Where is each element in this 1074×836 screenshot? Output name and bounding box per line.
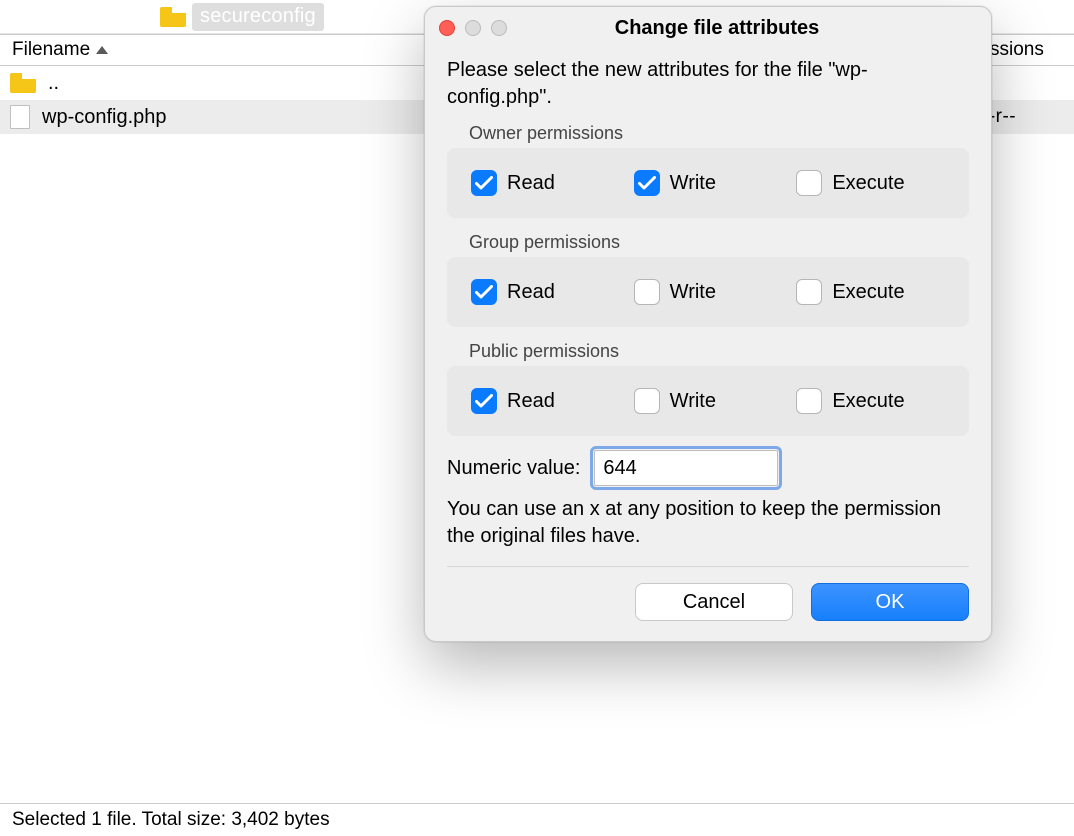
execute-checkbox-wrap[interactable]: Execute (796, 279, 945, 305)
folder-icon (160, 7, 186, 27)
write-checkbox-wrap[interactable]: Write (634, 388, 783, 414)
dialog-title: Change file attributes (457, 17, 977, 40)
divider (447, 566, 969, 567)
write-checkbox-wrap[interactable]: Write (634, 279, 783, 305)
read-checkbox[interactable] (471, 279, 497, 305)
status-bar: Selected 1 file. Total size: 3,402 bytes (0, 804, 1074, 836)
read-checkbox[interactable] (471, 170, 497, 196)
titlebar: Change file attributes (425, 7, 991, 49)
column-permissions-label: ssions (990, 39, 1044, 61)
permission-group: Read Write Execute (447, 257, 969, 327)
write-checkbox[interactable] (634, 170, 660, 196)
execute-checkbox-label: Execute (832, 390, 904, 413)
path-segment[interactable]: secureconfig (192, 3, 324, 31)
execute-checkbox-label: Execute (832, 172, 904, 195)
read-checkbox-label: Read (507, 172, 555, 195)
read-checkbox-wrap[interactable]: Read (471, 388, 620, 414)
write-checkbox[interactable] (634, 279, 660, 305)
permission-group: Read Write Execute (447, 148, 969, 218)
cancel-button[interactable]: Cancel (635, 583, 793, 621)
execute-checkbox-wrap[interactable]: Execute (796, 170, 945, 196)
numeric-value-input[interactable] (594, 450, 778, 486)
change-attributes-dialog: Change file attributes Please select the… (424, 6, 992, 642)
numeric-value-label: Numeric value: (447, 457, 580, 480)
write-checkbox-wrap[interactable]: Write (634, 170, 783, 196)
ok-button[interactable]: OK (811, 583, 969, 621)
sort-ascending-icon (96, 46, 108, 54)
read-checkbox-label: Read (507, 390, 555, 413)
file-icon (10, 105, 30, 129)
read-checkbox[interactable] (471, 388, 497, 414)
write-checkbox[interactable] (634, 388, 660, 414)
execute-checkbox[interactable] (796, 279, 822, 305)
column-filename-label: Filename (12, 39, 90, 61)
status-text: Selected 1 file. Total size: 3,402 bytes (12, 809, 330, 831)
permission-group-label: Owner permissions (469, 123, 969, 144)
write-checkbox-label: Write (670, 390, 716, 413)
execute-checkbox[interactable] (796, 388, 822, 414)
write-checkbox-label: Write (670, 281, 716, 304)
numeric-hint: You can use an x at any position to keep… (447, 496, 969, 550)
dialog-prompt: Please select the new attributes for the… (447, 57, 969, 111)
execute-checkbox-wrap[interactable]: Execute (796, 388, 945, 414)
close-icon[interactable] (439, 20, 455, 36)
file-permissions-label: --r-- (982, 106, 1074, 128)
column-permissions[interactable]: ssions (982, 35, 1074, 65)
folder-icon (10, 73, 36, 93)
read-checkbox-wrap[interactable]: Read (471, 279, 620, 305)
read-checkbox-wrap[interactable]: Read (471, 170, 620, 196)
permission-group: Read Write Execute (447, 366, 969, 436)
execute-checkbox-label: Execute (832, 281, 904, 304)
write-checkbox-label: Write (670, 172, 716, 195)
permission-group-label: Public permissions (469, 341, 969, 362)
read-checkbox-label: Read (507, 281, 555, 304)
execute-checkbox[interactable] (796, 170, 822, 196)
permission-group-label: Group permissions (469, 232, 969, 253)
